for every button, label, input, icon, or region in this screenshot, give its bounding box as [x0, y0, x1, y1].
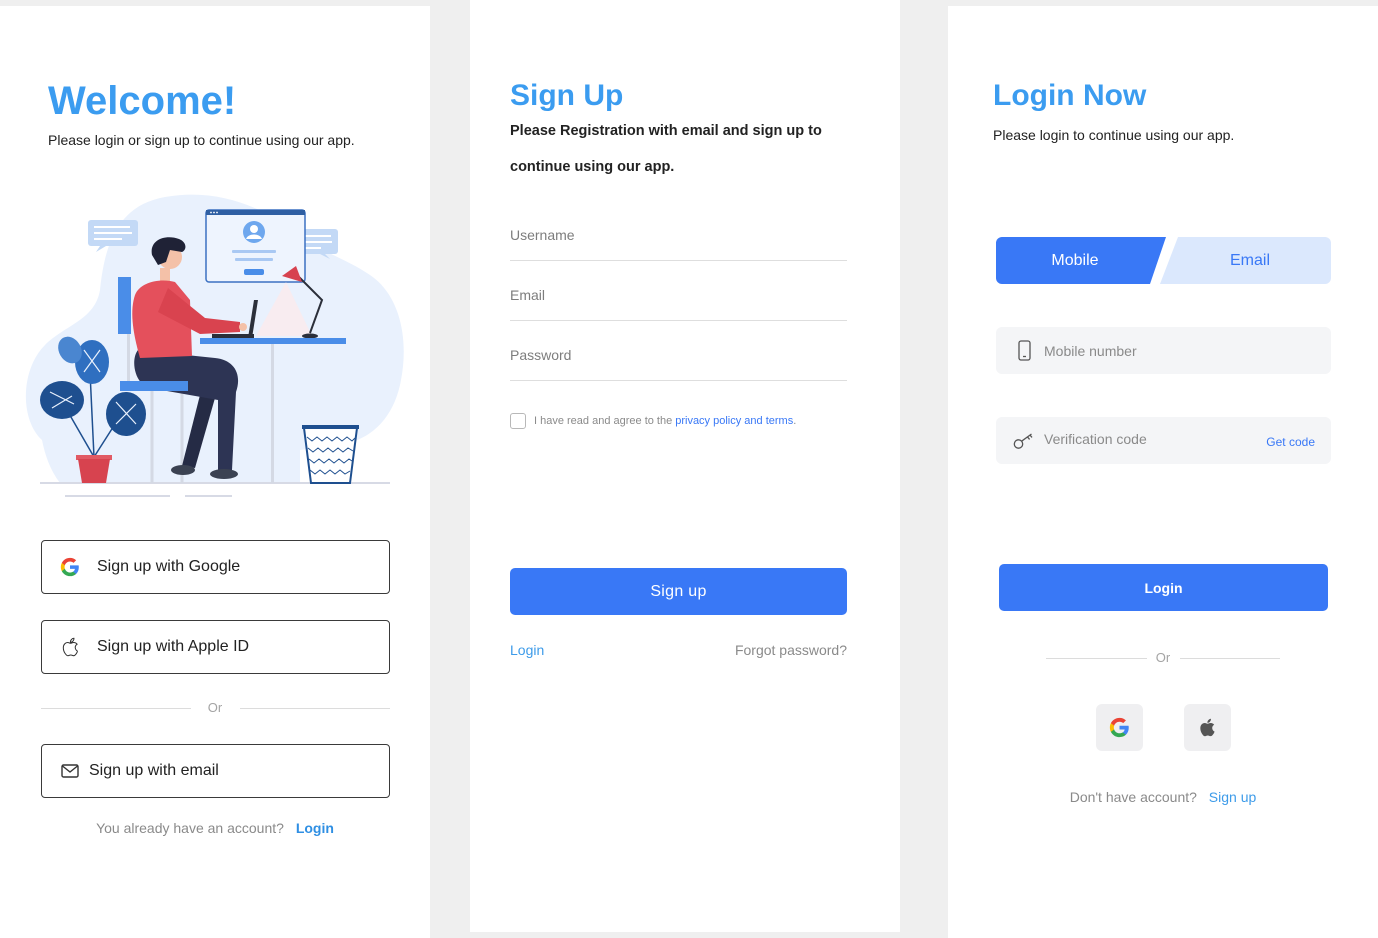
apple-icon [59, 636, 81, 658]
signup-screen: Sign Up Please Registration with email a… [470, 0, 900, 932]
google-icon [1109, 717, 1130, 738]
email-field [510, 275, 847, 321]
password-input[interactable] [510, 335, 847, 375]
signup-link[interactable]: Sign up [1209, 789, 1256, 805]
signup-prompt: Don't have account? Sign up [948, 788, 1378, 806]
login-submit-button[interactable]: Login [999, 564, 1328, 611]
divider-line-left [1046, 658, 1147, 659]
email-signup-label: Sign up with email [89, 762, 219, 779]
terms-agreement: I have read and agree to the privacy poli… [534, 413, 796, 429]
password-field [510, 335, 847, 381]
signup-subtitle-line-2: continue using our app. [510, 159, 675, 175]
login-screen: Login Now Please login to continue using… [948, 6, 1378, 938]
apple-signup-label: Sign up with Apple ID [97, 638, 250, 655]
account-prompt-text: You already have an account? [96, 820, 284, 836]
signup-title: Sign Up [510, 79, 624, 112]
terms-checkbox[interactable] [510, 413, 526, 429]
login-link[interactable]: Login [296, 820, 334, 836]
apple-login-button[interactable] [1184, 704, 1231, 751]
divider-line-left [41, 708, 191, 709]
terms-suffix: . [793, 415, 797, 427]
username-input[interactable] [510, 215, 847, 255]
or-separator: Or [207, 700, 223, 715]
mail-icon [60, 761, 80, 781]
trash-bin [302, 425, 359, 484]
mobile-number-field [996, 327, 1331, 374]
login-title: Login Now [993, 79, 1147, 112]
account-prompt: You already have an account? Login [0, 819, 430, 837]
privacy-terms-link[interactable]: privacy policy and terms [675, 415, 793, 427]
verification-code-field: Get code [996, 415, 1331, 464]
tab-email[interactable]: Email [1160, 237, 1331, 284]
signup-subtitle-line-1: Please Registration with email and sign … [510, 123, 822, 139]
google-signup-label: Sign up with Google [97, 558, 241, 575]
tab-mobile[interactable]: Mobile [996, 237, 1166, 284]
verification-code-input[interactable] [1044, 415, 1244, 462]
terms-text: I have read and agree to the [534, 415, 673, 427]
mobile-number-input[interactable] [1044, 327, 1244, 374]
divider-line-right [240, 708, 390, 709]
workspace-illustration [25, 194, 404, 497]
login-link[interactable]: Login [510, 641, 544, 659]
welcome-subtitle: Please login or sign up to continue usin… [48, 132, 355, 148]
forgot-password-link[interactable]: Forgot password? [735, 641, 847, 659]
signup-submit-button[interactable]: Sign up [510, 568, 847, 615]
welcome-title: Welcome! [48, 79, 237, 123]
apple-icon [1198, 717, 1217, 738]
divider-line-right [1180, 658, 1280, 659]
username-field [510, 215, 847, 261]
or-separator: Or [1155, 650, 1171, 665]
google-icon [59, 556, 81, 578]
email-signup-button[interactable]: Sign up with email [41, 744, 390, 798]
login-subtitle: Please login to continue using our app. [993, 127, 1235, 143]
welcome-screen: Welcome! Please login or sign up to cont… [0, 6, 430, 938]
get-code-button[interactable]: Get code [1266, 417, 1315, 464]
key-icon [1013, 417, 1034, 464]
google-signup-button[interactable]: Sign up with Google [41, 540, 390, 594]
google-login-button[interactable] [1096, 704, 1143, 751]
signup-prompt-text: Don't have account? [1069, 789, 1197, 805]
phone-icon [1018, 327, 1031, 374]
email-input[interactable] [510, 275, 847, 315]
apple-signup-button[interactable]: Sign up with Apple ID [41, 620, 390, 674]
